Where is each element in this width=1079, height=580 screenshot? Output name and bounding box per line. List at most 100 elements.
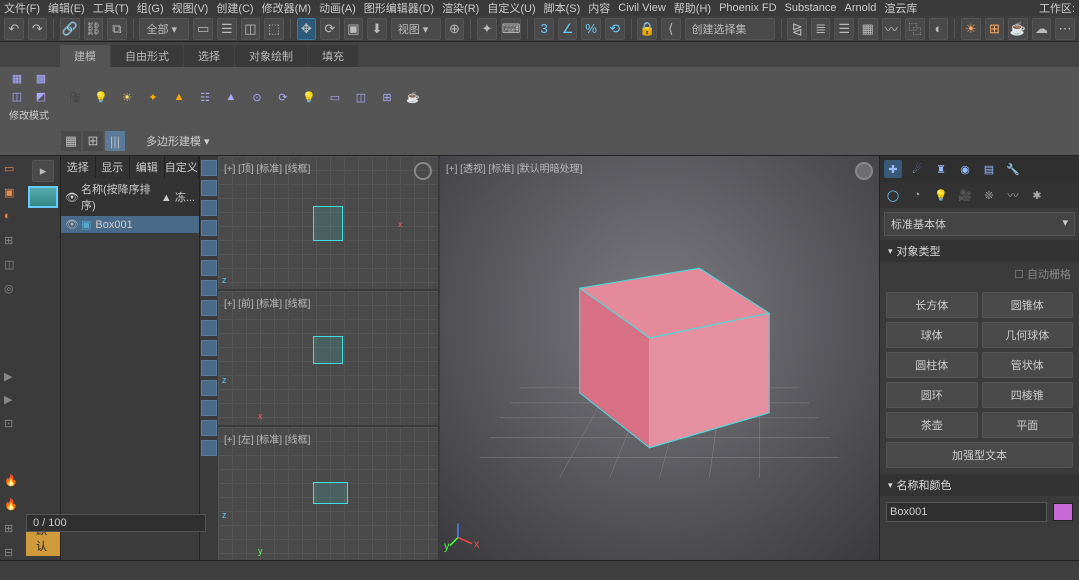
light-icon[interactable]: ⊞ <box>378 88 396 106</box>
filter-icon[interactable] <box>201 420 217 436</box>
filter-icon[interactable] <box>201 380 217 396</box>
cameras-icon[interactable]: 🎥 <box>956 186 974 204</box>
section-object-type[interactable]: 对象类型 <box>880 240 1079 262</box>
undo-button[interactable]: ↶ <box>4 18 24 40</box>
light-icon[interactable]: ◫ <box>352 88 370 106</box>
align-button[interactable]: ≣ <box>811 18 831 40</box>
menu-item[interactable]: 渲染(R) <box>442 0 479 16</box>
viewport-label[interactable]: [+] [顶] [标准] [线框] <box>224 160 310 175</box>
shapes-icon[interactable]: ◔ <box>908 186 926 204</box>
filter-icon[interactable] <box>201 340 217 356</box>
filter-icon[interactable] <box>201 300 217 316</box>
viewcube-icon[interactable] <box>414 162 432 180</box>
ribbon-tab-modeling[interactable]: 建模 <box>60 45 110 67</box>
menu-item[interactable]: Phoenix FD <box>719 2 776 14</box>
layers-button[interactable]: ☰ <box>834 18 854 40</box>
tool-icon[interactable]: ⊞ <box>4 234 22 248</box>
sel-lock-button[interactable]: 🔒 <box>637 18 657 40</box>
phoenix-icon[interactable]: 🔥 <box>4 498 22 512</box>
tool-icon[interactable]: ▣ <box>4 186 22 200</box>
menu-item[interactable]: 渲云库 <box>884 0 917 16</box>
ribbon-tab-selection[interactable]: 选择 <box>184 45 234 67</box>
manip-button[interactable]: ✦ <box>477 18 497 40</box>
workspace-label[interactable]: 工作区: <box>1039 0 1075 16</box>
scene-row[interactable]: 👁 ▣ Box001 <box>61 216 199 233</box>
poly-icon[interactable]: ▦ <box>8 69 26 87</box>
autogrid-checkbox[interactable]: ☐ 自动栅格 <box>880 262 1079 286</box>
poly-sub-icon[interactable]: ||| <box>104 130 126 152</box>
viewport-front[interactable]: [+] [前] [标准] [线框] z x <box>218 291 438 424</box>
ribbon-tab-freeform[interactable]: 自由形式 <box>111 45 183 67</box>
poly-sub-icon[interactable]: ▦ <box>60 130 82 152</box>
named-sel-prev[interactable]: ⟨ <box>661 18 681 40</box>
scene-tab[interactable]: 编辑 <box>130 156 165 178</box>
primitive-button[interactable]: 加强型文本 <box>886 442 1073 468</box>
tool-icon[interactable]: ▶ <box>4 393 22 407</box>
primitive-button[interactable]: 平面 <box>982 412 1074 438</box>
scene-tab[interactable]: 显示 <box>96 156 131 178</box>
light-icon[interactable]: ☷ <box>196 88 214 106</box>
primitive-button[interactable]: 管状体 <box>982 352 1074 378</box>
primitive-button[interactable]: 几何球体 <box>982 322 1074 348</box>
filter-icon[interactable] <box>201 260 217 276</box>
geometry-icon[interactable]: ◯ <box>884 186 902 204</box>
primitive-button[interactable]: 圆柱体 <box>886 352 978 378</box>
ribbon-tab-populate[interactable]: 填充 <box>308 45 358 67</box>
viewport-label[interactable]: [+] [左] [标准] [线框] <box>224 431 310 446</box>
create-tab-icon[interactable]: ✚ <box>884 160 902 178</box>
poly-sub-icon[interactable]: ⊞ <box>82 130 104 152</box>
menu-item[interactable]: 帮助(H) <box>674 0 711 16</box>
side-tool[interactable]: ▸ <box>32 160 54 182</box>
section-name-color[interactable]: 名称和颜色 <box>880 474 1079 496</box>
primitive-button[interactable]: 球体 <box>886 322 978 348</box>
primitive-button[interactable]: 四棱锥 <box>982 382 1074 408</box>
column-extra[interactable]: ▲ 冻... <box>161 189 195 205</box>
menu-item[interactable]: 组(G) <box>137 0 164 16</box>
window-crossing-button[interactable]: ⬚ <box>264 18 284 40</box>
primitive-dropdown[interactable]: 标准基本体▾ <box>884 212 1075 236</box>
select-button[interactable]: ▭ <box>193 18 213 40</box>
schematic-button[interactable]: ⿻ <box>905 18 925 40</box>
menu-item[interactable]: Civil View <box>618 2 665 14</box>
menu-item[interactable]: 修改器(M) <box>262 0 312 16</box>
menu-item[interactable]: 文件(F) <box>4 0 40 16</box>
tool-icon[interactable]: ◎ <box>4 282 22 296</box>
angle-snap-toggle[interactable]: ∠ <box>558 18 578 40</box>
ribbon-poly-label[interactable]: 多边形建模 ▾ <box>146 133 210 149</box>
color-swatch[interactable] <box>1053 503 1073 521</box>
light-icon[interactable]: ☕ <box>404 88 422 106</box>
light-icon[interactable]: ⊙ <box>248 88 266 106</box>
ribbon-tab-paint[interactable]: 对象绘制 <box>235 45 307 67</box>
tool-icon[interactable]: ⊟ <box>4 546 22 560</box>
menu-item[interactable]: 自定义(U) <box>487 0 535 16</box>
hierarchy-tab-icon[interactable]: ♜ <box>932 160 950 178</box>
render-button[interactable]: ☕ <box>1008 18 1028 40</box>
menu-item[interactable]: 内容 <box>588 0 610 16</box>
viewport-label[interactable]: [+] [前] [标准] [线框] <box>224 295 310 310</box>
poly-icon[interactable]: ◫ <box>8 87 26 105</box>
viewport-left[interactable]: [+] [左] [标准] [线框] z y <box>218 427 438 560</box>
filter-icon[interactable] <box>201 220 217 236</box>
refcoord-dropdown[interactable]: 视图 ▾ <box>391 18 441 40</box>
redo-button[interactable]: ↷ <box>28 18 48 40</box>
viewport-perspective[interactable]: [+] [透视] [标准] [默认明暗处理] x <box>440 156 879 560</box>
snap-toggle[interactable]: 3 <box>534 18 554 40</box>
filter-icon[interactable] <box>201 240 217 256</box>
named-selection-set[interactable]: 创建选择集 <box>685 18 775 40</box>
filter-icon[interactable] <box>201 400 217 416</box>
tool-icon[interactable]: ▶ <box>4 370 22 384</box>
primitive-button[interactable]: 圆锥体 <box>982 292 1074 318</box>
menu-item[interactable]: 编辑(E) <box>48 0 85 16</box>
poly-icon[interactable]: ◩ <box>32 87 50 105</box>
link-button[interactable]: 🔗 <box>60 18 80 40</box>
cloud-render-button[interactable]: ☁ <box>1032 18 1052 40</box>
utilities-tab-icon[interactable]: 🔧 <box>1004 160 1022 178</box>
select-region-button[interactable]: ◫ <box>241 18 261 40</box>
spacewarps-icon[interactable]: 〰 <box>1004 186 1022 204</box>
tool-icon[interactable]: ▭ <box>4 162 22 176</box>
tool-icon[interactable]: ⊡ <box>4 417 22 431</box>
menu-item[interactable]: 视图(V) <box>172 0 209 16</box>
curve-editor-button[interactable]: 〰 <box>882 18 902 40</box>
keymode-button[interactable]: ⌨ <box>501 18 522 40</box>
percent-snap-toggle[interactable]: % <box>581 18 601 40</box>
